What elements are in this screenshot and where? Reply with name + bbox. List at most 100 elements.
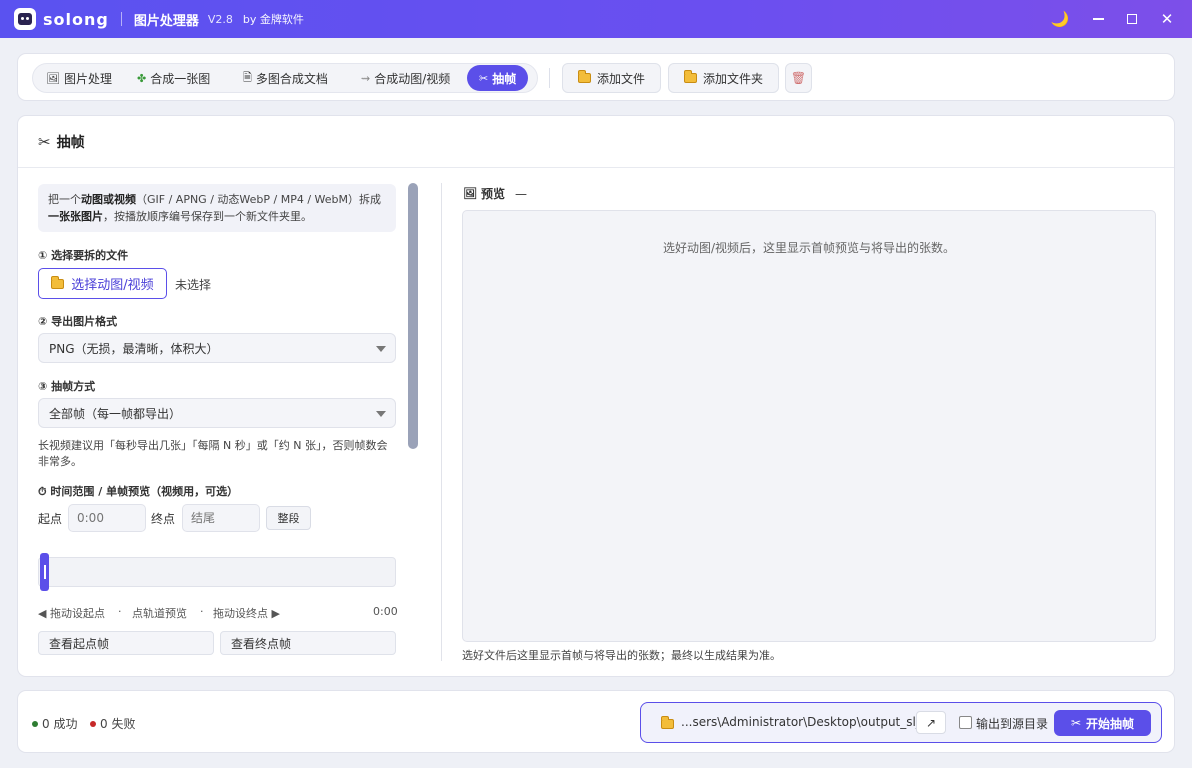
step2-label: ② 导出图片格式 bbox=[38, 315, 118, 328]
tab-label: 多图合成文档 bbox=[255, 71, 328, 86]
link-icon: ⇝ bbox=[361, 71, 371, 85]
title-bar: solong 图片处理器 V2.8 by 金牌软件 🌙 ✕ bbox=[0, 0, 1192, 38]
hint-drag-start: ◀ 拖动设起点 bbox=[38, 607, 105, 620]
view-start-frame-button[interactable]: 查看起点帧 bbox=[38, 631, 214, 655]
pick-file-button[interactable]: 选择动图/视频 bbox=[38, 268, 167, 299]
output-path[interactable]: ...sers\Administrator\Desktop\output_sl_… bbox=[681, 715, 933, 729]
close-icon: ✕ bbox=[1160, 10, 1174, 28]
preview-header: 🖼 预览 — bbox=[463, 185, 527, 202]
add-folder-label: 添加文件夹 bbox=[702, 71, 763, 86]
hint-separator: · bbox=[200, 605, 204, 618]
mode-select[interactable]: 全部帧（每一帧都导出） bbox=[38, 398, 396, 428]
scissors-icon: ✂ bbox=[1070, 716, 1082, 730]
moon-icon[interactable]: 🌙 bbox=[1042, 0, 1078, 38]
clover-icon: ✤ bbox=[137, 71, 147, 85]
output-to-source-label[interactable]: 输出到源目录 bbox=[976, 715, 1048, 732]
close-button[interactable]: ✕ bbox=[1149, 0, 1185, 38]
toolbar: 🖼 图片处理 ✤ 合成一张图 🗎 多图合成文档 ⇝ 合成动图/视频 ✂ 抽帧 添加文件 添… bbox=[17, 53, 1175, 101]
app-vendor: by 金牌软件 bbox=[242, 13, 304, 26]
end-time-input[interactable] bbox=[182, 504, 260, 532]
hint-drag-end: 拖动设终点 ▶ bbox=[213, 607, 280, 620]
add-file-label: 添加文件 bbox=[596, 71, 645, 86]
minimize-icon bbox=[1092, 18, 1104, 20]
tab-label: 抽帧 bbox=[492, 71, 517, 86]
tab-animation-video[interactable]: ⇝ 合成动图/视频 bbox=[361, 65, 450, 91]
preview-count: — bbox=[514, 186, 527, 201]
add-folder-button[interactable]: 添加文件夹 bbox=[668, 63, 779, 93]
add-file-button[interactable]: 添加文件 bbox=[562, 63, 661, 93]
mode-value: 全部帧（每一帧都导出） bbox=[49, 406, 182, 421]
fail-dot bbox=[90, 720, 96, 727]
view-end-frame-button[interactable]: 查看终点帧 bbox=[220, 631, 396, 655]
format-select[interactable]: PNG（无损，最清晰，体积大） bbox=[38, 333, 396, 363]
document-icon: 🗎 bbox=[243, 70, 252, 84]
start-label: 起点 bbox=[38, 512, 63, 526]
toolbar-divider bbox=[549, 68, 550, 88]
tab-label: 合成动图/视频 bbox=[374, 71, 451, 86]
no-file-text: 未选择 bbox=[175, 278, 212, 292]
clear-button[interactable]: 🗑 bbox=[785, 63, 812, 93]
info-bold: 动图或视频 bbox=[81, 193, 136, 206]
info-box: 把一个动图或视频（GIF / APNG / 动态WebP / MP4 / Web… bbox=[38, 184, 396, 232]
chevron-down-icon bbox=[376, 411, 386, 417]
success-count: 0 成功 bbox=[32, 715, 77, 732]
scissors-icon: ✂ bbox=[38, 132, 51, 151]
brand-name: solong bbox=[43, 9, 109, 29]
format-value: PNG（无损，最清晰，体积大） bbox=[49, 341, 219, 356]
panel-header: ✂ 抽帧 bbox=[18, 116, 1174, 168]
folder-icon bbox=[577, 70, 591, 83]
start-extract-button[interactable]: ✂ 开始抽帧 bbox=[1054, 710, 1151, 736]
status-footer: 0 成功 0 失败 ...sers\Administrator\Desktop\… bbox=[17, 690, 1175, 753]
tab-image-processing[interactable]: 🖼 图片处理 bbox=[46, 65, 112, 91]
maximize-button[interactable] bbox=[1114, 0, 1150, 38]
timeline-start-handle[interactable] bbox=[40, 553, 49, 591]
step3-label: ③ 抽帧方式 bbox=[38, 380, 96, 393]
fail-text: 0 失败 bbox=[100, 717, 136, 731]
minimize-button[interactable] bbox=[1080, 0, 1116, 38]
info-text: 把一个 bbox=[48, 193, 81, 206]
hint-click-track: 点轨道预览 bbox=[132, 607, 187, 620]
tab-label: 图片处理 bbox=[63, 71, 112, 86]
open-folder-button[interactable]: ↗ bbox=[916, 711, 946, 734]
preview-label: 预览 bbox=[480, 187, 505, 201]
settings-column: 把一个动图或视频（GIF / APNG / 动态WebP / MP4 / Web… bbox=[38, 184, 398, 664]
fail-count: 0 失败 bbox=[90, 715, 135, 732]
scissors-icon: ✂ bbox=[479, 71, 489, 85]
time-readout: 0:00 bbox=[373, 605, 398, 618]
folder-icon bbox=[661, 716, 674, 729]
info-text: ，按播放顺序编号保存到一个新文件夹里。 bbox=[103, 210, 312, 223]
trash-icon: 🗑 bbox=[790, 71, 807, 85]
hint-separator: · bbox=[118, 605, 122, 618]
column-divider bbox=[441, 183, 442, 661]
timeline-track[interactable] bbox=[38, 557, 396, 587]
success-dot bbox=[32, 720, 38, 727]
output-to-source-checkbox[interactable] bbox=[959, 716, 972, 729]
whole-range-button[interactable]: 整段 bbox=[266, 506, 311, 530]
mode-hint: 长视频建议用「每秒导出几张」「每隔 N 秒」或「约 N 张」，否则帧数会非常多。 bbox=[38, 439, 388, 468]
tab-group: 🖼 图片处理 ✤ 合成一张图 🗎 多图合成文档 ⇝ 合成动图/视频 ✂ 抽帧 bbox=[32, 63, 538, 93]
folder-icon bbox=[51, 275, 65, 289]
step1-label: ① 选择要拆的文件 bbox=[38, 249, 129, 262]
tab-label: 合成一张图 bbox=[150, 71, 211, 86]
frame-icon: 🖼 bbox=[46, 71, 60, 85]
success-text: 0 成功 bbox=[42, 717, 78, 731]
external-link-icon: ↗ bbox=[925, 715, 937, 730]
settings-scrollbar[interactable] bbox=[408, 183, 418, 449]
tab-merge-one[interactable]: ✤ 合成一张图 bbox=[137, 65, 210, 91]
info-text: （GIF / APNG / 动态WebP / MP4 / WebM）拆成 bbox=[136, 193, 382, 206]
app-title: 图片处理器 bbox=[133, 13, 199, 29]
tab-multi-document[interactable]: 🗎 多图合成文档 bbox=[243, 65, 328, 91]
start-time-input[interactable] bbox=[68, 504, 146, 532]
title-separator bbox=[120, 12, 122, 26]
tab-frame-extract[interactable]: ✂ 抽帧 bbox=[467, 65, 529, 91]
end-label: 终点 bbox=[151, 512, 176, 526]
output-box: ...sers\Administrator\Desktop\output_sl_… bbox=[640, 702, 1162, 743]
frame-extract-panel: ✂ 抽帧 把一个动图或视频（GIF / APNG / 动态WebP / MP4 … bbox=[17, 115, 1175, 677]
app-version: V2.8 bbox=[207, 12, 233, 26]
maximize-icon bbox=[1127, 14, 1137, 24]
frame-icon: 🖼 bbox=[463, 187, 477, 200]
preview-area: 选好动图/视频后，这里显示首帧预览与将导出的张数。 bbox=[462, 210, 1156, 642]
panel-title: 抽帧 bbox=[56, 134, 85, 151]
preview-note: 选好文件后这里显示首帧与将导出的张数；最终以生成结果为准。 bbox=[462, 649, 781, 662]
info-bold: 一张张图片 bbox=[48, 210, 103, 223]
